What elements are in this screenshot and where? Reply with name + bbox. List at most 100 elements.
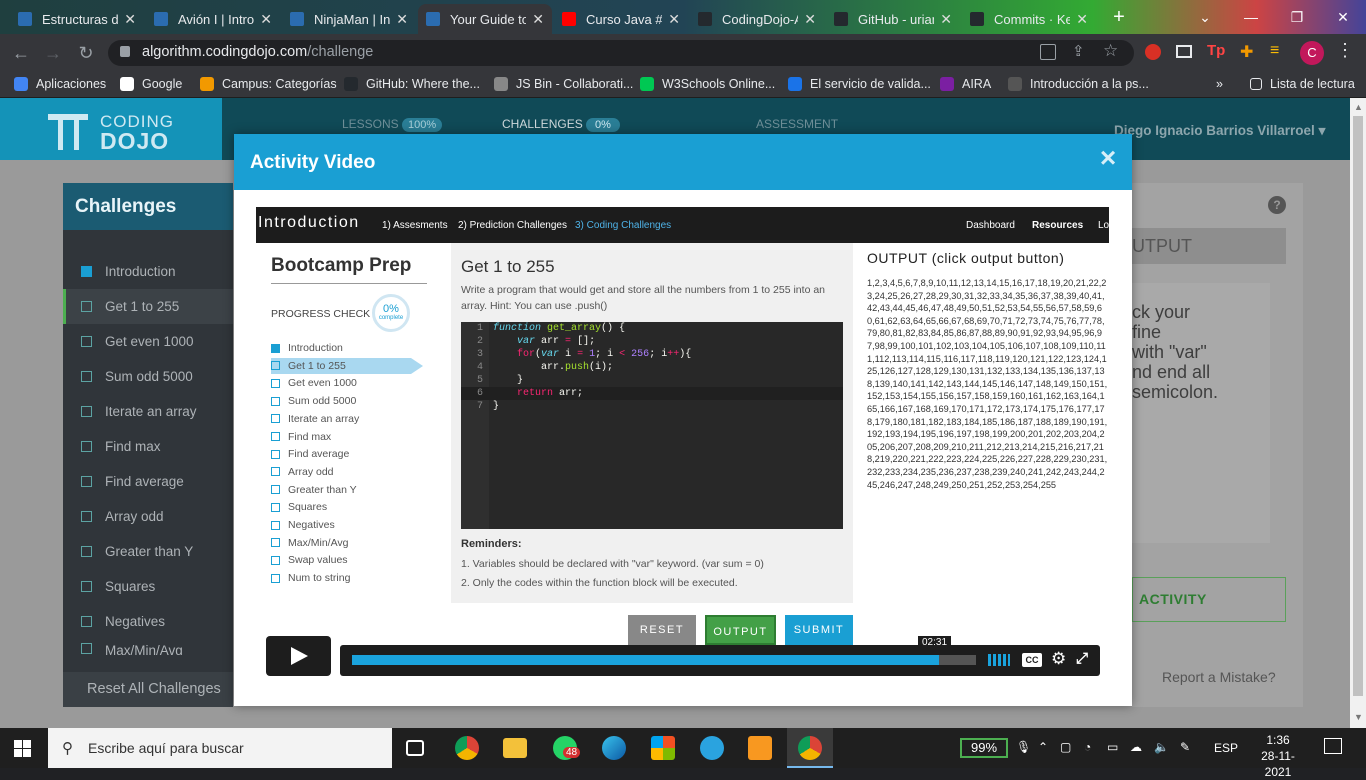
tab-close-icon[interactable]: ✕ xyxy=(260,11,272,28)
tab-close-icon[interactable]: ✕ xyxy=(396,11,408,28)
puzzle-extension-icon[interactable]: ✚ xyxy=(1240,42,1253,62)
nav-challenges[interactable]: CHALLENGES 0% xyxy=(502,117,620,132)
notifications-icon[interactable] xyxy=(1324,738,1342,754)
chrome-active-icon[interactable] xyxy=(798,736,822,760)
report-mistake-link[interactable]: Report a Mistake? xyxy=(1162,669,1276,685)
mic-icon[interactable]: 🎙 xyxy=(1016,740,1031,754)
forward-icon[interactable]: → xyxy=(42,42,64,64)
browser-tab[interactable]: Avión I | Intro ✕ xyxy=(146,4,280,34)
browser-tab[interactable]: Estructuras de ✕ xyxy=(10,4,144,34)
extension-red-icon[interactable] xyxy=(1145,44,1161,60)
tab-close-icon[interactable]: ✕ xyxy=(940,11,952,28)
sidebar-item[interactable]: Find average xyxy=(63,464,233,499)
restore-button[interactable]: ❐ xyxy=(1274,4,1320,30)
settings-icon[interactable]: ⚙ xyxy=(1051,649,1066,669)
sidebar-item-label: Get even 1000 xyxy=(105,334,194,349)
page-scrollbar[interactable]: ▲ ▼ xyxy=(1350,98,1366,728)
start-windows-icon[interactable] xyxy=(14,740,31,757)
tab-close-icon[interactable]: ✕ xyxy=(124,11,136,28)
bookmark-item[interactable]: Aplicaciones xyxy=(14,70,106,98)
share-icon[interactable]: ⇪ xyxy=(1072,42,1085,60)
reload-icon[interactable]: ↻ xyxy=(75,42,97,64)
network-icon[interactable]: ◔ xyxy=(1084,740,1091,754)
scroll-down-arrow[interactable]: ▼ xyxy=(1354,712,1363,722)
back-icon[interactable]: ← xyxy=(10,42,32,64)
site-logo[interactable]: CODING DOJO xyxy=(0,98,222,160)
browser-tab[interactable]: CodingDojo-A ✕ xyxy=(690,4,824,34)
sidebar-item[interactable]: Sum odd 5000 xyxy=(63,359,233,394)
browser-tab[interactable]: Your Guide to ✕ xyxy=(418,4,552,34)
minimize-button[interactable]: — xyxy=(1228,4,1274,30)
bookmark-item[interactable]: Google xyxy=(120,70,182,98)
sidebar-item[interactable]: Max/Min/Avg xyxy=(63,639,233,655)
fullscreen-icon[interactable]: ⤢ xyxy=(1076,650,1088,667)
modal-close-icon[interactable]: × xyxy=(1094,143,1122,173)
meet-icon[interactable]: ▢ xyxy=(1060,740,1071,754)
sidebar-item[interactable]: Introduction xyxy=(63,254,233,289)
tab-close-icon[interactable]: ✕ xyxy=(1076,11,1088,28)
browser-tab[interactable]: Commits · Ke ✕ xyxy=(962,4,1096,34)
nav-assessment[interactable]: ASSESSMENT xyxy=(756,117,838,131)
sidebar-item[interactable]: Array odd xyxy=(63,499,233,534)
tab-close-icon[interactable]: ✕ xyxy=(668,11,680,28)
reading-list-button[interactable]: Lista de lectura xyxy=(1250,70,1355,98)
volume-icon[interactable] xyxy=(988,654,1010,666)
sidebar-item[interactable]: Get even 1000 xyxy=(63,324,233,359)
tab-search-icon[interactable]: ⌄ xyxy=(1182,4,1228,30)
translate-icon[interactable] xyxy=(1040,44,1056,60)
nav-lessons-label: LESSONS xyxy=(342,117,399,131)
chrome-icon[interactable] xyxy=(455,736,479,760)
bookmark-item[interactable]: Introducción a la ps... xyxy=(1008,70,1149,98)
pen-icon[interactable]: ✎ xyxy=(1180,740,1190,754)
sidebar-item[interactable]: Find max xyxy=(63,429,233,464)
browser-tab[interactable]: GitHub - urian ✕ xyxy=(826,4,960,34)
bookmark-item[interactable]: JS Bin - Collaborati... xyxy=(494,70,633,98)
sidebar-item[interactable]: Get 1 to 255 xyxy=(63,289,233,324)
picture-in-picture-icon[interactable] xyxy=(1176,45,1192,58)
star-icon[interactable]: ☆ xyxy=(1103,41,1118,61)
taskbar-search[interactable]: Escribe aquí para buscar xyxy=(48,728,392,768)
language-indicator[interactable]: ESP xyxy=(1214,741,1238,755)
sidebar-item[interactable]: Greater than Y xyxy=(63,534,233,569)
play-button[interactable] xyxy=(266,636,331,676)
cloud-icon[interactable]: ☁ xyxy=(1130,740,1142,754)
close-window-button[interactable]: ✕ xyxy=(1320,4,1366,30)
battery-indicator[interactable]: 99% xyxy=(960,738,1008,758)
help-icon[interactable]: ? xyxy=(1268,196,1286,214)
tp-extension-icon[interactable]: Tp xyxy=(1207,42,1225,59)
clock[interactable]: 1:36 28-11-2021 xyxy=(1248,732,1308,780)
chevron-up-icon[interactable]: ⌃ xyxy=(1038,740,1048,754)
browser-tab[interactable]: NinjaMan | In ✕ xyxy=(282,4,416,34)
nav-lessons[interactable]: LESSONS 100% xyxy=(342,117,443,132)
media-control-icon[interactable]: ≡ xyxy=(1270,42,1279,60)
scroll-thumb[interactable] xyxy=(1353,116,1363,696)
profile-avatar[interactable]: C xyxy=(1300,41,1324,65)
browser-tab[interactable]: Curso Java #2 ✕ xyxy=(554,4,688,34)
bookmarks-overflow-icon[interactable]: » xyxy=(1216,70,1223,98)
scroll-up-arrow[interactable]: ▲ xyxy=(1354,102,1363,112)
telegram-icon[interactable] xyxy=(700,736,724,760)
lessons-pct-badge: 100% xyxy=(402,118,443,132)
bookmark-item[interactable]: AIRA xyxy=(940,70,991,98)
file-explorer-icon[interactable] xyxy=(503,738,527,758)
bookmark-item[interactable]: W3Schools Online... xyxy=(640,70,775,98)
bookmark-item[interactable]: GitHub: Where the... xyxy=(344,70,480,98)
sidebar-item[interactable]: Squares xyxy=(63,569,233,604)
edge-icon[interactable] xyxy=(602,736,626,760)
sublime-icon[interactable] xyxy=(748,736,772,760)
bookmark-item[interactable]: El servicio de valida... xyxy=(788,70,931,98)
store-icon[interactable] xyxy=(651,736,675,760)
bookmark-item[interactable]: Campus: Categorías xyxy=(200,70,337,98)
tab-close-icon[interactable]: ✕ xyxy=(804,11,816,28)
sidebar-item[interactable]: Iterate an array xyxy=(63,394,233,429)
reset-all-button[interactable]: Reset All Challenges xyxy=(63,672,233,707)
volume-tray-icon[interactable]: 🔈 xyxy=(1154,740,1169,754)
user-menu[interactable]: Diego Ignacio Barrios Villarroel ▾ xyxy=(1114,123,1325,139)
tab-close-icon[interactable]: ✕ xyxy=(532,11,544,28)
new-tab-button[interactable]: + xyxy=(1106,6,1132,30)
menu-icon[interactable]: ⋮ xyxy=(1336,40,1354,61)
sidebar-item[interactable]: Negatives xyxy=(63,604,233,639)
power-icon[interactable]: ▭ xyxy=(1107,740,1118,754)
captions-icon[interactable]: CC xyxy=(1022,653,1042,667)
task-view-icon[interactable] xyxy=(406,740,424,756)
